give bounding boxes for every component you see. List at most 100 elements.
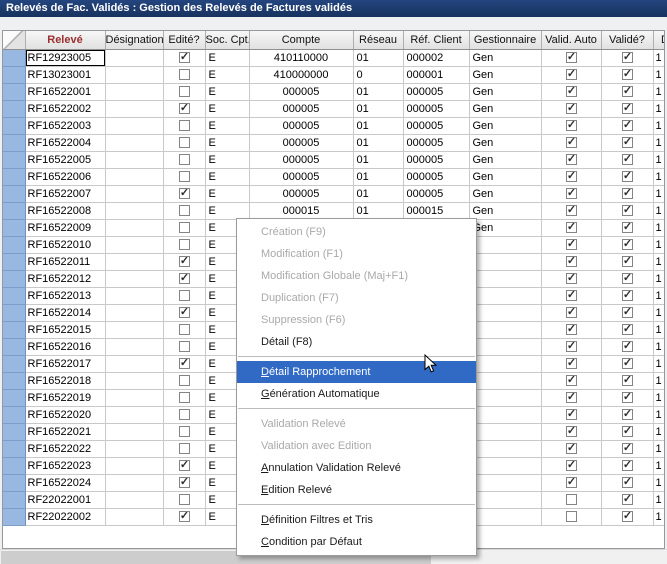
cell-da[interactable]: 1 bbox=[653, 406, 665, 423]
cell-gestionnaire[interactable] bbox=[469, 355, 541, 372]
cell-da[interactable]: 1 bbox=[653, 270, 665, 287]
cell-valide[interactable] bbox=[601, 406, 653, 423]
cell-da[interactable]: 1 bbox=[653, 100, 665, 117]
checkbox-valide[interactable] bbox=[622, 341, 633, 352]
cell-reseau[interactable]: 01 bbox=[353, 151, 403, 168]
cell-valid_auto[interactable] bbox=[541, 236, 601, 253]
column-header-valide[interactable]: Validé? bbox=[601, 31, 653, 49]
cell-valid_auto[interactable] bbox=[541, 321, 601, 338]
checkbox-valide[interactable] bbox=[622, 273, 633, 284]
checkbox-valid_auto[interactable] bbox=[566, 392, 577, 403]
cell-valide[interactable] bbox=[601, 219, 653, 236]
row-selector[interactable] bbox=[3, 440, 25, 457]
checkbox-valide[interactable] bbox=[622, 171, 633, 182]
cell-da[interactable]: 1 bbox=[653, 185, 665, 202]
cell-valid_auto[interactable] bbox=[541, 185, 601, 202]
checkbox-valide[interactable] bbox=[622, 103, 633, 114]
cell-gestionnaire[interactable]: Gen bbox=[469, 49, 541, 66]
cell-valide[interactable] bbox=[601, 372, 653, 389]
checkbox-valide[interactable] bbox=[622, 511, 633, 522]
cell-designation[interactable] bbox=[105, 117, 163, 134]
cell-releve[interactable]: RF16522024 bbox=[25, 474, 105, 491]
cell-ref_client[interactable]: 000005 bbox=[403, 134, 469, 151]
checkbox-valide[interactable] bbox=[622, 222, 633, 233]
cell-edite[interactable] bbox=[163, 304, 205, 321]
cell-designation[interactable] bbox=[105, 134, 163, 151]
cell-designation[interactable] bbox=[105, 508, 163, 525]
cell-compte[interactable]: 000005 bbox=[249, 168, 353, 185]
cell-gestionnaire[interactable] bbox=[469, 508, 541, 525]
cell-valide[interactable] bbox=[601, 304, 653, 321]
cell-edite[interactable] bbox=[163, 117, 205, 134]
row-selector[interactable] bbox=[3, 491, 25, 508]
cell-gestionnaire[interactable]: Gen bbox=[469, 219, 541, 236]
row-selector[interactable] bbox=[3, 83, 25, 100]
cell-reseau[interactable]: 01 bbox=[353, 100, 403, 117]
cell-valide[interactable] bbox=[601, 100, 653, 117]
column-header-valid_auto[interactable]: Valid. Auto bbox=[541, 31, 601, 49]
cell-valid_auto[interactable] bbox=[541, 100, 601, 117]
cell-valide[interactable] bbox=[601, 253, 653, 270]
cell-compte[interactable]: 000005 bbox=[249, 117, 353, 134]
checkbox-valid_auto[interactable] bbox=[566, 239, 577, 250]
checkbox-edite[interactable] bbox=[179, 409, 190, 420]
checkbox-edite[interactable] bbox=[179, 154, 190, 165]
cell-valide[interactable] bbox=[601, 66, 653, 83]
checkbox-valid_auto[interactable] bbox=[566, 477, 577, 488]
cell-designation[interactable] bbox=[105, 49, 163, 66]
checkbox-valid_auto[interactable] bbox=[566, 324, 577, 335]
cell-designation[interactable] bbox=[105, 355, 163, 372]
cell-valid_auto[interactable] bbox=[541, 440, 601, 457]
cell-valide[interactable] bbox=[601, 236, 653, 253]
checkbox-edite[interactable] bbox=[179, 205, 190, 216]
cell-gestionnaire[interactable] bbox=[469, 389, 541, 406]
cell-releve[interactable]: RF16522020 bbox=[25, 406, 105, 423]
checkbox-valide[interactable] bbox=[622, 375, 633, 386]
column-header-releve[interactable]: Relevé bbox=[25, 31, 105, 49]
cell-valide[interactable] bbox=[601, 474, 653, 491]
cell-da[interactable]: 1 bbox=[653, 134, 665, 151]
menu-item-edition-releve[interactable]: Edition Relevé bbox=[237, 479, 476, 501]
cell-da[interactable]: 1 bbox=[653, 151, 665, 168]
cell-valid_auto[interactable] bbox=[541, 134, 601, 151]
cell-designation[interactable] bbox=[105, 253, 163, 270]
cell-releve[interactable]: RF16522003 bbox=[25, 117, 105, 134]
row-selector[interactable] bbox=[3, 355, 25, 372]
cell-edite[interactable] bbox=[163, 287, 205, 304]
cell-valid_auto[interactable] bbox=[541, 270, 601, 287]
row-selector[interactable] bbox=[3, 253, 25, 270]
cell-designation[interactable] bbox=[105, 236, 163, 253]
cell-releve[interactable]: RF16522018 bbox=[25, 372, 105, 389]
cell-designation[interactable] bbox=[105, 185, 163, 202]
row-selector[interactable] bbox=[3, 49, 25, 66]
checkbox-valid_auto[interactable] bbox=[566, 358, 577, 369]
cell-valide[interactable] bbox=[601, 389, 653, 406]
cell-valid_auto[interactable] bbox=[541, 49, 601, 66]
cell-edite[interactable] bbox=[163, 185, 205, 202]
cell-ref_client[interactable]: 000005 bbox=[403, 117, 469, 134]
cell-soc[interactable]: E bbox=[205, 185, 249, 202]
cell-releve[interactable]: RF16522011 bbox=[25, 253, 105, 270]
cell-valide[interactable] bbox=[601, 117, 653, 134]
cell-da[interactable]: 1 bbox=[653, 474, 665, 491]
cell-compte[interactable]: 000015 bbox=[249, 202, 353, 219]
cell-soc[interactable]: E bbox=[205, 202, 249, 219]
cell-releve[interactable]: RF16522005 bbox=[25, 151, 105, 168]
checkbox-edite[interactable] bbox=[179, 137, 190, 148]
checkbox-valid_auto[interactable] bbox=[566, 256, 577, 267]
checkbox-edite[interactable] bbox=[179, 171, 190, 182]
cell-gestionnaire[interactable] bbox=[469, 270, 541, 287]
cell-releve[interactable]: RF16522014 bbox=[25, 304, 105, 321]
cell-da[interactable]: 1 bbox=[653, 338, 665, 355]
checkbox-edite[interactable] bbox=[179, 460, 190, 471]
cell-gestionnaire[interactable]: Gen bbox=[469, 100, 541, 117]
row-selector[interactable] bbox=[3, 338, 25, 355]
row-selector[interactable] bbox=[3, 185, 25, 202]
cell-valide[interactable] bbox=[601, 134, 653, 151]
cell-valide[interactable] bbox=[601, 270, 653, 287]
cell-valide[interactable] bbox=[601, 151, 653, 168]
cell-valid_auto[interactable] bbox=[541, 83, 601, 100]
checkbox-valide[interactable] bbox=[622, 307, 633, 318]
menu-item-condition-par-defaut[interactable]: Condition par Défaut bbox=[237, 531, 476, 553]
cell-edite[interactable] bbox=[163, 440, 205, 457]
